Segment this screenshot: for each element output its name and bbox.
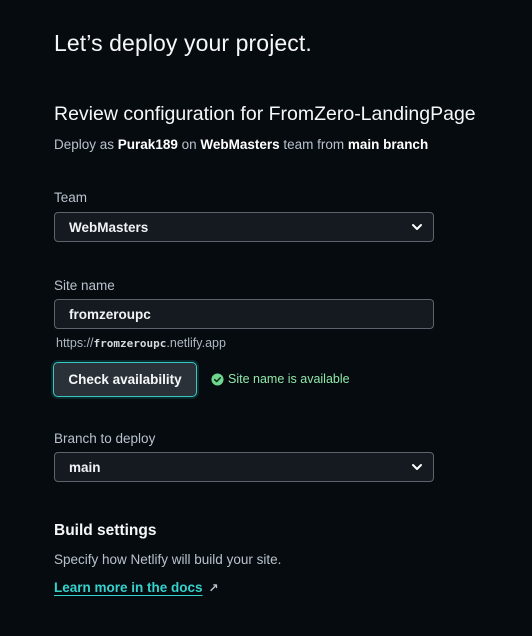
team-select[interactable]: WebMasters bbox=[54, 212, 434, 242]
branch-select-value: main bbox=[69, 460, 101, 475]
build-settings-heading: Build settings bbox=[54, 522, 157, 539]
site-name-label: Site name bbox=[54, 278, 115, 293]
chevron-down-icon bbox=[412, 464, 422, 470]
check-availability-label: Check availability bbox=[68, 372, 182, 387]
chevron-down-icon bbox=[412, 224, 422, 230]
build-settings-description: Specify how Netlify will build your site… bbox=[54, 552, 282, 567]
team-select-value: WebMasters bbox=[69, 220, 149, 235]
check-circle-icon bbox=[211, 373, 224, 386]
site-name-input-value: fromzeroupc bbox=[69, 307, 151, 322]
review-heading: Review configuration for FromZero-Landin… bbox=[54, 103, 476, 125]
deploy-branch: main branch bbox=[347, 137, 429, 152]
site-url-suffix: .netlify.app bbox=[166, 336, 226, 350]
site-url-hint: https://fromzeroupc.netlify.app bbox=[56, 336, 226, 350]
deploy-user: Purak189 bbox=[117, 137, 178, 152]
deploy-page: Let’s deploy your project. Review config… bbox=[0, 0, 532, 636]
deploy-prefix: Deploy as bbox=[54, 137, 118, 152]
deploy-team: WebMasters bbox=[200, 137, 280, 152]
availability-status: Site name is available bbox=[211, 372, 350, 386]
branch-select[interactable]: main bbox=[54, 452, 434, 482]
external-link-icon: ↗ bbox=[208, 581, 219, 595]
deploy-team-from-text: team from bbox=[279, 137, 348, 152]
learn-more-docs-link[interactable]: Learn more in the docs ↗ bbox=[54, 580, 219, 595]
learn-more-docs-text: Learn more in the docs bbox=[54, 580, 203, 595]
site-name-input[interactable]: fromzeroupc bbox=[54, 299, 434, 329]
page-title: Let’s deploy your project. bbox=[54, 30, 312, 56]
team-label: Team bbox=[54, 190, 88, 205]
check-availability-button[interactable]: Check availability bbox=[53, 362, 197, 397]
availability-status-text: Site name is available bbox=[228, 372, 350, 386]
deploy-summary: Deploy as Purak189 on WebMasters team fr… bbox=[54, 137, 428, 152]
branch-label: Branch to deploy bbox=[54, 431, 156, 446]
site-url-prefix: https:// bbox=[56, 336, 94, 350]
site-url-name: fromzeroupc bbox=[93, 337, 167, 350]
deploy-on-text: on bbox=[177, 137, 201, 152]
